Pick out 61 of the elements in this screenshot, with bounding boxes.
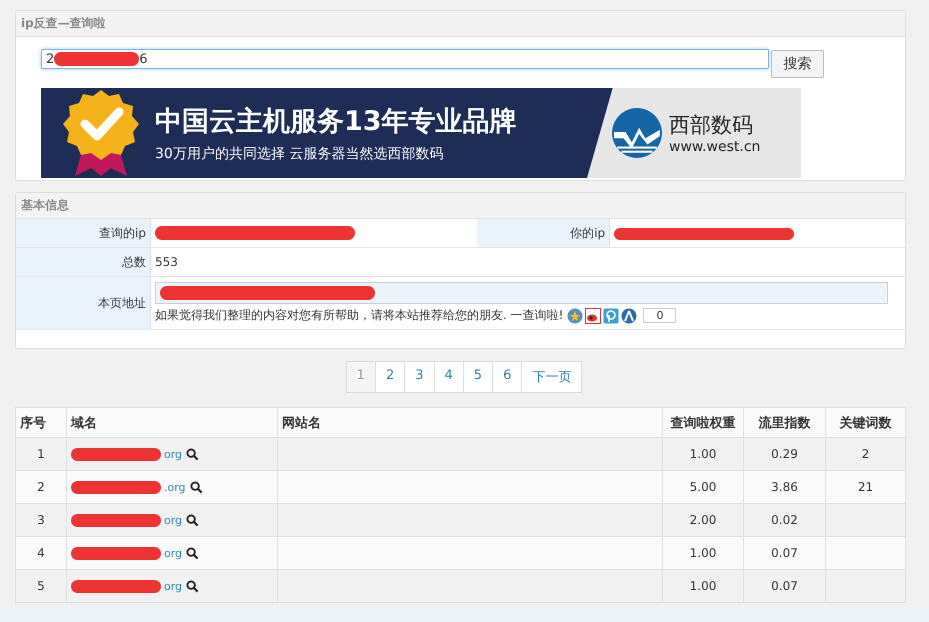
table-cell: 3.86 (744, 470, 826, 504)
star-share-icon[interactable] (567, 308, 584, 324)
search-icon[interactable] (186, 547, 200, 560)
page-link[interactable]: 6 (492, 361, 522, 393)
wave-logo-icon (611, 107, 663, 159)
people-share-icon[interactable] (621, 308, 638, 324)
brand-name: 西部数码 (669, 112, 754, 139)
table-cell: 4 (16, 536, 66, 570)
table-cell: 5 (16, 570, 66, 602)
field-label: 总数 (16, 248, 150, 276)
field-value: 553 (150, 248, 905, 276)
ad-banner[interactable]: 中国云主机服务13年专业品牌 30万用户的共同选择 云服务器当然选西部数码 西部数码 www.west.cn (41, 88, 801, 178)
panel-title: ip反查—查询啦 (21, 15, 106, 32)
page-link[interactable]: 5 (462, 361, 494, 393)
table-cell: 1.00 (662, 536, 744, 570)
column-header: 流里指数 (744, 408, 826, 438)
field-label: 本页地址 (16, 276, 150, 330)
table-cell: 0.07 (744, 570, 826, 602)
share-count: 0 (643, 308, 676, 323)
page-link[interactable]: 3 (404, 361, 434, 393)
share-note: 如果觉得我们整理的内容对您有所帮助，请将本站推荐给您的朋友. 一查询啦! (155, 307, 564, 324)
search-icon[interactable] (186, 514, 200, 528)
table-cell: 2 (16, 470, 66, 504)
banner-headline: 中国云主机服务13年专业品牌 (155, 105, 518, 139)
search-button[interactable]: 搜索 (771, 50, 824, 78)
table-cell: 1.00 (662, 438, 744, 470)
table-cell: 21 (858, 480, 874, 494)
column-header: 序号 (16, 408, 66, 438)
table-cell: 5.00 (662, 470, 744, 504)
page-link[interactable]: 1 (346, 361, 376, 393)
url-field[interactable] (155, 282, 888, 304)
column-header: 域名 (66, 408, 278, 438)
field-label: 查询的ip (16, 219, 150, 248)
search-icon[interactable] (190, 481, 203, 494)
page-link[interactable]: 2 (374, 361, 406, 393)
table-cell: 3 (16, 504, 66, 536)
check-badge-icon (61, 88, 141, 178)
domain-link[interactable]: org (164, 448, 182, 461)
column-header: 关键词数 (826, 408, 906, 438)
column-header: 网站名 (278, 408, 662, 438)
table-cell: 2 (862, 447, 870, 461)
domain-link[interactable]: org (164, 514, 182, 527)
panel-title: 基本信息 (21, 197, 69, 214)
column-header: 查询啦权重 (662, 408, 744, 438)
field-label: 你的ip (477, 219, 610, 248)
domain-link[interactable]: org (164, 580, 182, 593)
search-field[interactable]: 2 6 (41, 49, 769, 69)
page-link[interactable]: 4 (434, 361, 464, 393)
search-icon[interactable] (186, 580, 200, 594)
table-cell: 1.00 (662, 570, 744, 602)
brand-url: www.west.cn (669, 139, 760, 155)
table-cell: 0.07 (744, 536, 826, 570)
table-cell: 2.00 (662, 504, 744, 536)
banner-tagline: 30万用户的共同选择 云服务器当然选西部数码 (155, 145, 444, 163)
page-link[interactable]: 下一页 (521, 361, 582, 393)
table-cell: 0.29 (744, 438, 826, 470)
domain-link[interactable]: .org (164, 480, 186, 494)
table-cell: 0.02 (744, 504, 826, 536)
table-cell: 1 (16, 438, 66, 470)
search-icon[interactable] (186, 448, 200, 462)
domain-link[interactable]: org (164, 546, 182, 560)
